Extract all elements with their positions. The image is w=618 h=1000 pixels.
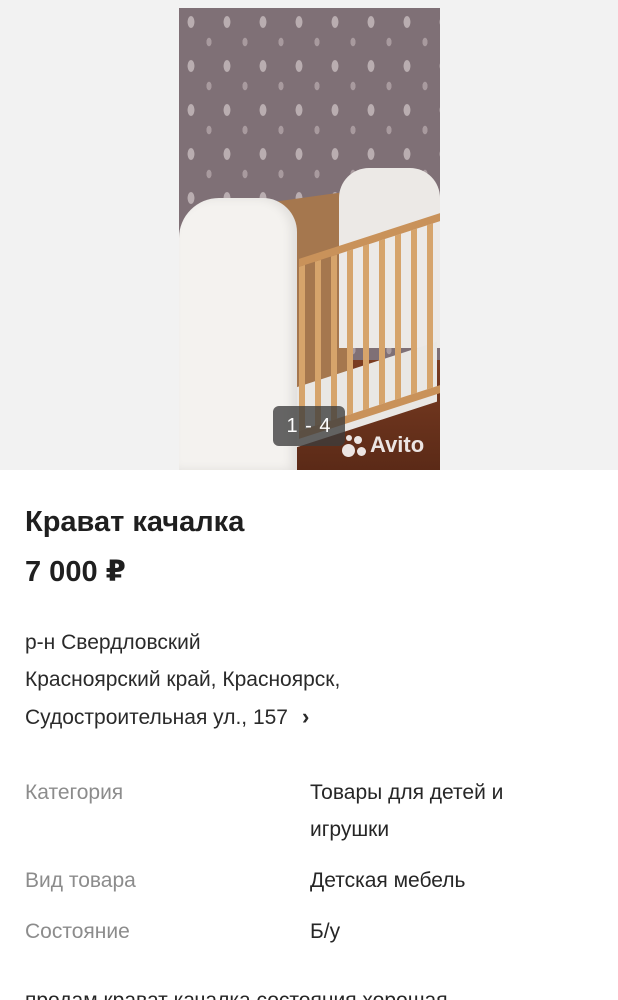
listing-title: Крават качалка [25, 506, 245, 538]
avito-watermark-text: Avito [370, 432, 425, 457]
listing-params: Категория Товары для детей и игрушки Вид… [25, 774, 593, 950]
listing-price: 7 000 ₽ [25, 556, 126, 588]
param-row-condition: Состояние Б/у [25, 913, 593, 950]
address-street: Судостроительная ул., 157 [25, 706, 288, 729]
photo-counter: 1 - 4 [273, 406, 345, 446]
listing-address[interactable]: р-н Свердловский Красноярский край, Крас… [25, 624, 593, 736]
address-district: р-н Свердловский [25, 631, 201, 654]
listing-content: Крават качалка 7 000 ₽ р-н Свердловский … [0, 504, 618, 1000]
param-label: Категория [25, 781, 124, 804]
listing-photo[interactable] [179, 8, 440, 470]
param-value: Детская мебель [310, 869, 466, 892]
param-row-category: Категория Товары для детей и игрушки [25, 774, 593, 848]
address-street-row[interactable]: Судостроительная ул., 157 › [25, 698, 593, 736]
photo-gallery[interactable]: 1 - 4 Avito [0, 0, 618, 470]
chevron-right-icon: › [301, 704, 310, 729]
param-label: Состояние [25, 920, 130, 943]
address-region-city: Красноярский край, Красноярск, [25, 668, 341, 691]
avito-logo-icon [340, 432, 366, 458]
listing-description: продам крават качалка,состояния хорошая, [25, 986, 593, 1000]
avito-watermark: Avito [340, 430, 424, 460]
param-value: Товары для детей и игрушки [310, 781, 504, 841]
param-value: Б/у [310, 920, 341, 943]
param-label: Вид товара [25, 869, 136, 892]
param-row-item-type: Вид товара Детская мебель [25, 862, 593, 899]
